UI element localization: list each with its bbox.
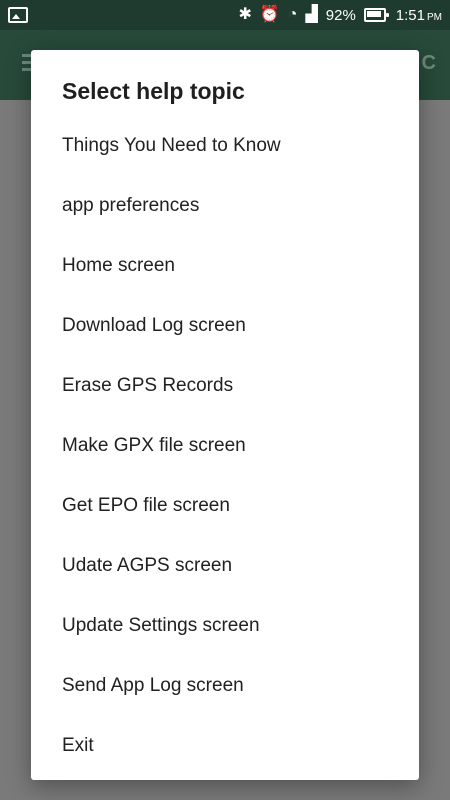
topic-download-log-screen[interactable]: Download Log screen <box>31 296 419 356</box>
topic-update-settings-screen[interactable]: Update Settings screen <box>31 596 419 656</box>
topic-things-you-need-to-know[interactable]: Things You Need to Know <box>31 116 419 176</box>
battery-icon <box>363 8 389 22</box>
topic-list: Things You Need to Know app preferences … <box>31 116 419 776</box>
topic-label: Things You Need to Know <box>62 135 281 156</box>
signal-icon: ▟ <box>305 6 318 23</box>
topic-label: Get EPO file screen <box>62 495 230 516</box>
topic-send-app-log-screen[interactable]: Send App Log screen <box>31 656 419 716</box>
topic-erase-gps-records[interactable]: Erase GPS Records <box>31 356 419 416</box>
topic-label: Send App Log screen <box>62 675 244 696</box>
topic-label: Erase GPS Records <box>62 375 234 396</box>
clock-time: 1:51 <box>395 6 425 24</box>
topic-label: Exit <box>62 735 94 756</box>
image-notification-icon <box>8 7 28 23</box>
topic-label: Home screen <box>62 255 175 276</box>
topic-app-preferences[interactable]: app preferences <box>31 176 419 236</box>
topic-label: Udate AGPS screen <box>62 555 233 576</box>
bluetooth-icon: ✱ <box>238 6 252 23</box>
clock-ampm: PM <box>427 11 442 23</box>
battery-percent: 92% <box>325 6 356 24</box>
dialog-title: Select help topic <box>62 78 245 104</box>
app-bar-right-text: C <box>421 52 436 74</box>
topic-exit[interactable]: Exit <box>31 716 419 776</box>
topic-label: Update Settings screen <box>62 615 260 636</box>
help-topic-dialog: Select help topic Things You Need to Kno… <box>31 50 419 780</box>
topic-label: app preferences <box>62 195 200 216</box>
topic-label: Make GPX file screen <box>62 435 246 456</box>
topic-label: Download Log screen <box>62 315 246 336</box>
topic-get-epo-file-screen[interactable]: Get EPO file screen <box>31 476 419 536</box>
status-bar: ✱ ⏰ ◔ ▟ 92% 1:51 PM <box>0 0 450 30</box>
topic-udate-agps-screen[interactable]: Udate AGPS screen <box>31 536 419 596</box>
wifi-icon: ◔ <box>287 6 298 23</box>
clock: 1:51 PM <box>396 7 442 24</box>
topic-home-screen[interactable]: Home screen <box>31 236 419 296</box>
alarm-icon: ⏰ <box>259 6 280 23</box>
topic-make-gpx-file-screen[interactable]: Make GPX file screen <box>31 416 419 476</box>
